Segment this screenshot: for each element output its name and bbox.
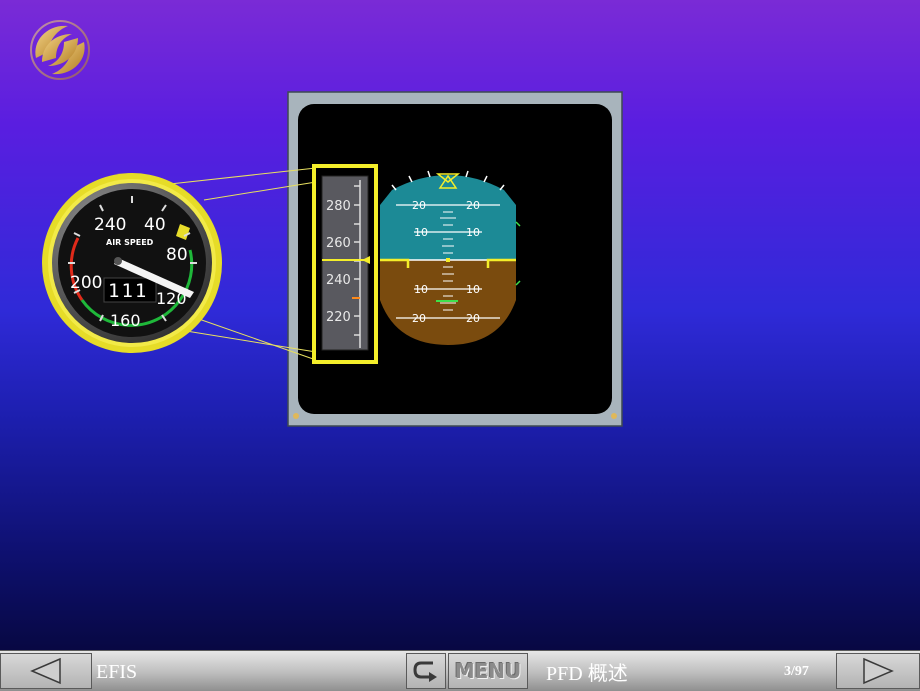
triangle-left-icon: [30, 657, 61, 685]
slide-content: 280 260 240 220 20 20 10 10 10 10 20 20 …: [0, 0, 920, 650]
gauge-label-240: 240: [94, 215, 126, 235]
pitch-label-m10-left: 10: [414, 283, 428, 296]
pitch-label-m10-right: 10: [466, 283, 480, 296]
airspeed-gauge: 240 40 80 120 160 200 AIR SPEED 111: [42, 173, 222, 353]
pitch-label-20-left: 20: [412, 199, 426, 212]
pitch-label-20-right: 20: [466, 199, 480, 212]
aircraft-center-dot: [446, 258, 450, 262]
menu-label: MENU: [454, 659, 522, 683]
gauge-label-80: 80: [166, 245, 188, 265]
return-arrow-icon: [413, 661, 437, 682]
pitch-label-10-right: 10: [466, 226, 480, 239]
pitch-label-m20-left: 20: [412, 312, 426, 325]
previous-page-button[interactable]: [0, 653, 92, 689]
triangle-right-icon: [863, 657, 894, 685]
gauge-readout: 111: [108, 280, 148, 302]
return-button[interactable]: [406, 653, 446, 689]
section-label: EFIS: [96, 661, 138, 683]
page-title: PFD 概述: [546, 663, 628, 685]
tape-label-220: 220: [326, 310, 351, 325]
tape-label-240: 240: [326, 273, 351, 288]
tape-label-280: 280: [326, 199, 351, 214]
pitch-label-10-left: 10: [414, 226, 428, 239]
speed-tape: 280 260 240 220: [312, 164, 378, 364]
pitch-label-m20-right: 20: [466, 312, 480, 325]
menu-button[interactable]: MENU: [448, 653, 528, 689]
gauge-label-200: 200: [70, 273, 102, 293]
gauge-title: AIR SPEED: [106, 238, 154, 247]
gauge-label-160: 160: [110, 311, 141, 330]
screw-right: [611, 413, 617, 419]
screw-left: [293, 413, 299, 419]
gauge-label-40: 40: [144, 215, 166, 235]
bottom-navigation-bar: EFIS MENU PFD 概述 3/97: [0, 650, 920, 691]
next-page-button[interactable]: [836, 653, 920, 689]
tape-label-260: 260: [326, 236, 351, 251]
page-number: 3/97: [784, 664, 809, 679]
